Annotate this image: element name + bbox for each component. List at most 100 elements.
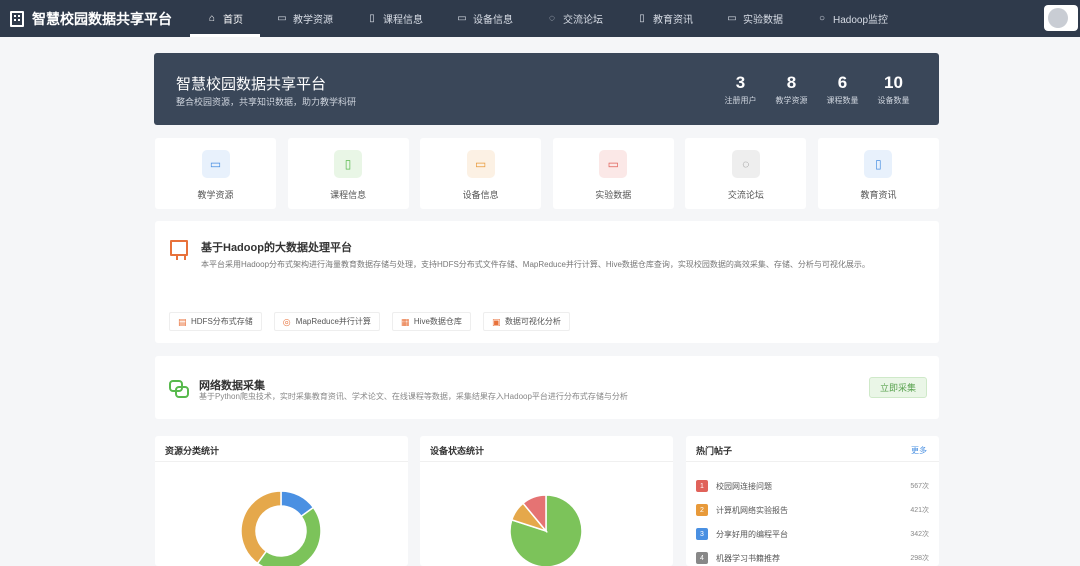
hot-post-item[interactable]: 3 分享好用的编程平台 342次: [696, 522, 929, 546]
crawler-panel: 网络数据采集 基于Python爬虫技术，实时采集教育资讯、学术论文、在线课程等数…: [155, 356, 939, 419]
hot-post-item[interactable]: 4 机器学习书籍推荐 298次: [696, 546, 929, 566]
resource-stats-title: 资源分类统计: [165, 446, 220, 456]
quick-card-label: 实验数据: [595, 190, 632, 200]
rank-badge: 1: [696, 480, 708, 492]
nav-item-label: 教育资讯: [653, 15, 693, 26]
quick-card-1[interactable]: ▯ 课程信息: [287, 138, 409, 209]
hot-post-views: 567次: [910, 483, 929, 490]
nav-item-0[interactable]: ⌂ 首页: [190, 0, 260, 37]
chat-icon: ◌: [731, 150, 760, 178]
hot-post-item[interactable]: 1 校园网连接问题 567次: [696, 474, 929, 498]
crawler-description: 基于Python爬虫技术，实时采集教育资讯、学术论文、在线课程等数据，采集结果存…: [199, 392, 628, 401]
database-icon: ▤: [178, 316, 187, 327]
hot-post-item[interactable]: 2 计算机网络实验报告 421次: [696, 498, 929, 522]
nav-menu: ⌂ 首页 ▭ 教学资源 ▯ 课程信息 ▭ 设备信息 ◌ 交流论坛 ▯ 教育资讯 ▭ 实验数据 ○ Hadoop…: [190, 0, 905, 37]
nav-item-label: Hadoop监控: [833, 15, 889, 26]
nav-item-6[interactable]: ▭ 实验数据: [710, 0, 800, 37]
hot-post-title: 计算机网络实验报告: [716, 505, 788, 515]
start-crawl-button[interactable]: 立即采集: [869, 377, 927, 398]
hero-stat-label: 教学资源: [775, 96, 808, 105]
hero-stat: 8 教学资源: [766, 72, 817, 106]
grid-icon: ▦: [400, 316, 410, 327]
quick-card-3[interactable]: ▭ 实验数据: [552, 138, 674, 209]
rank-badge: 2: [696, 504, 708, 516]
home-icon: ⌂: [208, 13, 216, 24]
chat-icon: ◌: [549, 13, 555, 24]
nav-item-1[interactable]: ▭ 教学资源: [260, 0, 350, 37]
more-link[interactable]: 更多: [911, 445, 927, 456]
resource-donut-chart: [240, 490, 322, 566]
circle-icon: ○: [818, 13, 826, 24]
nav-item-label: 课程信息: [383, 15, 423, 26]
monitor-icon: ▭: [466, 150, 495, 178]
feature-tag-label: HDFS分布式存储: [191, 317, 253, 326]
hero-stats: 3 注册用户 8 教学资源 6 课程数量 10 设备数量: [715, 72, 919, 106]
platform-intro-panel: 基于Hadoop的大数据处理平台 本平台采用Hadoop分布式架构进行海量教育数…: [155, 221, 939, 343]
hero-subtitle: 整合校园资源，共享知识数据，助力教学科研: [176, 97, 357, 107]
brand-title: 智慧校园数据共享平台: [32, 10, 172, 27]
rank-badge: 3: [696, 528, 708, 540]
nav-item-3[interactable]: ▭ 设备信息: [440, 0, 530, 37]
hot-post-title: 分享好用的编程平台: [716, 529, 788, 539]
hero-stat-value: 10: [884, 73, 903, 92]
presentation-icon: [170, 240, 188, 260]
nav-item-7[interactable]: ○ Hadoop监控: [800, 0, 905, 37]
quick-card-4[interactable]: ◌ 交流论坛: [685, 138, 807, 209]
nav-item-label: 交流论坛: [563, 15, 603, 26]
news-icon: ▯: [639, 13, 645, 24]
hot-post-views: 342次: [910, 531, 929, 538]
nav-item-5[interactable]: ▯ 教育资讯: [620, 0, 710, 37]
quick-card-5[interactable]: ▯ 教育资讯: [817, 138, 939, 209]
quick-card-label: 交流论坛: [727, 190, 764, 200]
feature-tags: ▤ HDFS分布式存储 ◎ MapReduce并行计算 ▦ Hive数据仓库 ▣ 数据可视化分…: [169, 312, 582, 331]
brand[interactable]: 智慧校园数据共享平台: [0, 9, 190, 29]
hot-post-views: 298次: [910, 555, 929, 562]
quick-card-label: 教育资讯: [860, 190, 897, 200]
gear-icon: ◎: [282, 316, 291, 327]
device-stats-title: 设备状态统计: [430, 446, 485, 456]
resource-stats-panel: 资源分类统计: [155, 436, 408, 566]
monitor-icon: ▭: [457, 13, 467, 24]
feature-tag-label: 数据可视化分析: [504, 317, 561, 326]
presentation-icon: ▭: [599, 150, 628, 178]
nav-item-label: 首页: [223, 15, 243, 26]
user-menu[interactable]: [1044, 5, 1078, 31]
folder-icon: ▭: [277, 13, 287, 24]
nav-item-label: 设备信息: [473, 15, 513, 26]
hero-stat-value: 3: [735, 73, 746, 92]
folder-icon: ▭: [201, 150, 230, 178]
avatar: [1048, 8, 1068, 28]
pie-slice-1[interactable]: [256, 506, 322, 566]
hero-stat: 10 设备数量: [868, 72, 919, 106]
quick-card-0[interactable]: ▭ 教学资源: [155, 138, 276, 209]
hot-posts-title: 热门帖子: [696, 446, 733, 456]
nav-item-2[interactable]: ▯ 课程信息: [350, 0, 440, 37]
feature-tag: ▦ Hive数据仓库: [391, 312, 471, 331]
link-icon: [169, 378, 189, 398]
book-icon: ▯: [334, 150, 363, 178]
hero-banner: 智慧校园数据共享平台 整合校园资源，共享知识数据，助力教学科研 3 注册用户 8 教学…: [154, 53, 939, 125]
screen-icon: ▭: [727, 13, 737, 24]
nav-item-label: 实验数据: [743, 15, 783, 26]
book-icon: ▯: [369, 13, 375, 24]
hot-posts-panel: 热门帖子 更多 1 校园网连接问题 567次 2 计算机网络实验报告 421次 3 分享好用的…: [686, 436, 939, 566]
divider: [686, 461, 939, 462]
quick-card-label: 课程信息: [330, 190, 367, 200]
nav-item-4[interactable]: ◌ 交流论坛: [530, 0, 620, 37]
device-stats-panel: 设备状态统计: [420, 436, 673, 566]
feature-tag: ▤ HDFS分布式存储: [169, 312, 262, 331]
quick-access-cards: ▭ 教学资源 ▯ 课程信息 ▭ 设备信息 ▭ 实验数据 ◌ 交流论坛 ▯ 教育资讯: [155, 138, 939, 209]
quick-card-2[interactable]: ▭ 设备信息: [420, 138, 542, 209]
top-navigation-bar: 智慧校园数据共享平台 ⌂ 首页 ▭ 教学资源 ▯ 课程信息 ▭ 设备信息 ◌ 交流论坛 ▯ 教育资讯 ▭…: [0, 0, 1080, 37]
nav-item-label: 教学资源: [293, 15, 333, 26]
hero-stat-label: 注册用户: [724, 96, 757, 105]
hot-post-views: 421次: [910, 507, 929, 514]
hero-title: 智慧校园数据共享平台: [176, 76, 327, 93]
feature-tag: ▣ 数据可视化分析: [482, 312, 570, 331]
quick-card-label: 设备信息: [462, 190, 499, 200]
feature-tag-label: MapReduce并行计算: [295, 317, 371, 326]
pie-slice-2[interactable]: [240, 490, 282, 565]
building-icon: [10, 10, 24, 27]
news-icon: ▯: [864, 150, 893, 178]
feature-tag: ◎ MapReduce并行计算: [273, 312, 380, 331]
